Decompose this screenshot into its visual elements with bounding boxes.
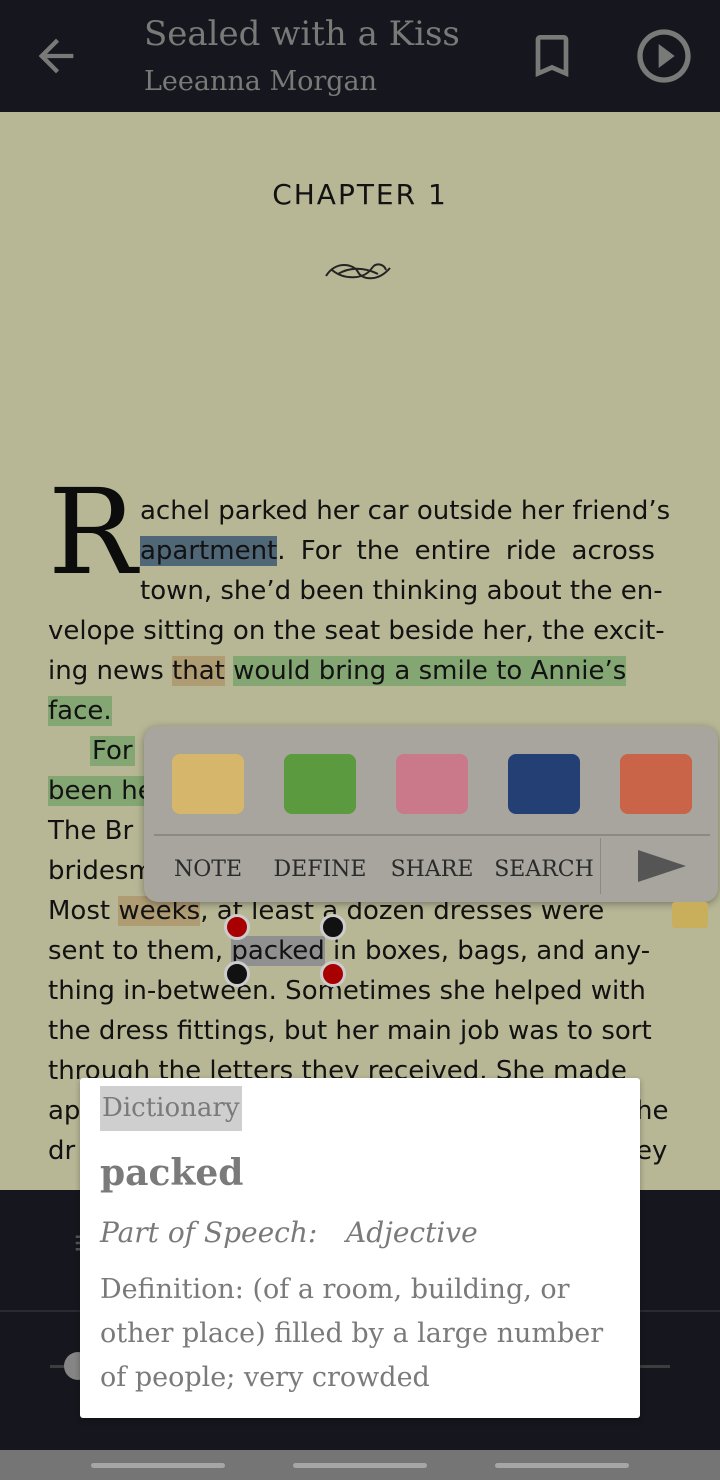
highlight-color-green[interactable] [284, 754, 356, 814]
dictionary-definition: Definition: (of a room, building, or oth… [100, 1274, 604, 1393]
dictionary-word: packed [100, 1152, 244, 1194]
search-button[interactable]: SEARCH [488, 848, 600, 892]
highlight-color-pink[interactable] [396, 754, 468, 814]
note-marker-icon[interactable] [672, 902, 708, 928]
part-of-speech-value: Adjective [346, 1216, 478, 1249]
highlight-color-orange[interactable] [620, 754, 692, 814]
selection-handle-start[interactable] [224, 914, 250, 940]
share-button[interactable]: SHARE [376, 848, 488, 892]
divider [154, 834, 710, 836]
part-of-speech-label: Part of Speech: [100, 1216, 318, 1249]
dictionary-card: Dictionary packed Part of Speech: Adject… [80, 1078, 640, 1418]
selection-handle-end[interactable] [320, 961, 346, 987]
dictionary-header: Dictionary [100, 1086, 242, 1131]
define-button[interactable]: DEFINE [264, 848, 376, 892]
divider [600, 838, 601, 894]
highlight-color-blue[interactable] [508, 754, 580, 814]
note-button[interactable]: NOTE [152, 848, 264, 892]
selection-handle[interactable] [320, 914, 346, 940]
selection-popup: NOTE DEFINE SHARE SEARCH [144, 726, 718, 902]
play-arrow-icon[interactable] [634, 848, 690, 884]
highlight-color-yellow[interactable] [172, 754, 244, 814]
selection-handle[interactable] [224, 961, 250, 987]
